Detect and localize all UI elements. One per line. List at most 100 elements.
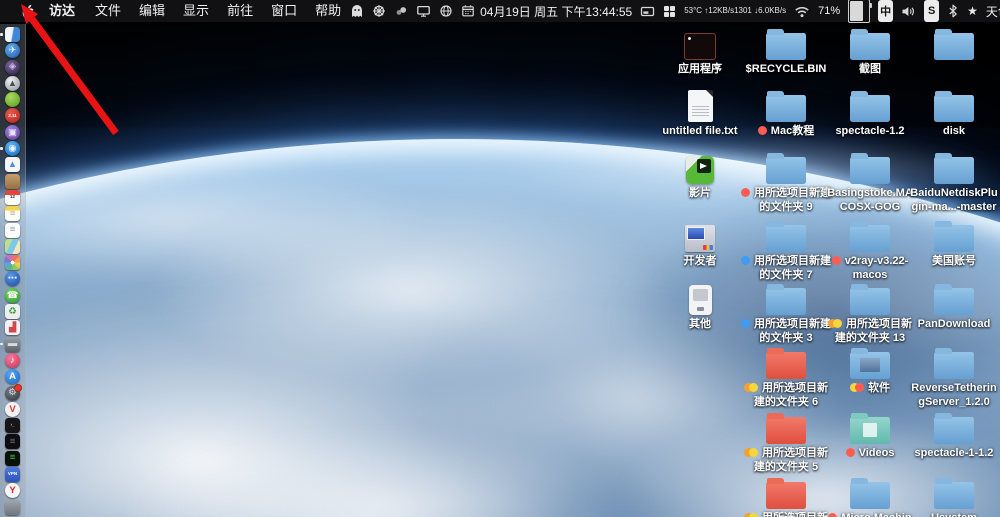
green-phone-app-icon: ☎	[5, 287, 20, 303]
reverse-tethering-folder-icon	[902, 345, 1000, 379]
proxy-app-icon[interactable]: S	[924, 0, 940, 22]
menu-item-edit[interactable]: 编辑	[130, 0, 174, 22]
disk-folder-icon	[902, 88, 1000, 122]
dock-photos-app[interactable]	[5, 255, 20, 271]
icon-label: 截图	[818, 63, 922, 77]
dock-app-store[interactable]: A	[5, 369, 20, 385]
dock-calendar-app[interactable]: 12	[5, 189, 20, 205]
dock-terminal-1[interactable]: ›_	[5, 418, 20, 434]
vivaldi-browser-glyph: V	[9, 403, 16, 415]
dock-launchpad-rocket[interactable]: ▲	[5, 75, 20, 91]
fan-net-down: 1301 ↓6.0KB/s	[734, 5, 787, 15]
istat-readout[interactable]: 53°C ↑12KB/s 1301 ↓6.0KB/s	[684, 0, 786, 22]
display-icon[interactable]	[416, 0, 431, 22]
gray-drive-app-glyph: ▬	[7, 338, 18, 350]
menu-item-finder[interactable]: 访达	[40, 0, 86, 22]
dock-terminal-2[interactable]: ≡	[5, 434, 20, 450]
dock-music-app[interactable]: ♪	[5, 352, 20, 368]
desktop-icon-spectacle-1-1-2-folder[interactable]: spectacle-1-1.2	[902, 410, 1000, 461]
folder-red-glyph	[766, 477, 806, 509]
dock-notes-app[interactable]: ≡	[5, 206, 20, 222]
icon-label: PanDownload	[902, 318, 1000, 332]
bluetooth-icon[interactable]	[947, 0, 959, 22]
dock-yandex-app[interactable]: Y	[5, 483, 20, 499]
dock-partial-bottom-app[interactable]	[5, 499, 20, 515]
dock-safari[interactable]: ◉	[0, 141, 20, 157]
tag-dots	[744, 512, 758, 517]
folder-glyph	[934, 412, 974, 444]
desktop-icon-unnamed-folder[interactable]	[902, 26, 1000, 60]
dock-red-date-badge-app[interactable]: 2.11	[5, 108, 20, 124]
stats-chart-app-icon: ▟	[5, 320, 20, 336]
screen-dots-icon[interactable]	[394, 0, 408, 22]
desktop-icon-reverse-tethering-folder[interactable]: ReverseTetherin gServer_1.2.0	[902, 345, 1000, 409]
tag-dot-red	[855, 383, 864, 392]
music-app-icon: ♪	[5, 352, 20, 368]
menu-clock[interactable]: 04月19日 周五 下午13:44:55	[480, 0, 632, 22]
spectacle-1-1-2-folder-icon	[902, 410, 1000, 444]
icon-label-line: gServer_1.2.0	[918, 395, 990, 408]
apple-menu[interactable]	[14, 0, 40, 22]
folder-glyph	[766, 90, 806, 122]
menu-item-view[interactable]: 显示	[174, 0, 218, 22]
gray-drive-app-icon: ▬	[5, 336, 20, 352]
desktop-icon-usystem-folder[interactable]: Usystem	[902, 475, 1000, 517]
dock-android-app[interactable]	[5, 92, 20, 108]
wifi-icon[interactable]	[794, 0, 810, 22]
dock-vivaldi-browser[interactable]: V	[5, 401, 20, 417]
dock-leather-box-app[interactable]	[5, 173, 20, 189]
preview-image-app-icon: ▲	[5, 157, 20, 173]
desktop-icon-baidunetdisk-plugin-folder[interactable]: BaiduNetdiskPlu gin-ma...-master	[902, 150, 1000, 214]
folder-glyph	[934, 28, 974, 60]
globe-icon[interactable]	[439, 0, 453, 22]
desktop-icon-pandownload-folder[interactable]: PanDownload	[902, 281, 1000, 332]
menu-item-file[interactable]: 文件	[86, 0, 130, 22]
window-panes-icon[interactable]	[663, 0, 676, 22]
menu-item-help[interactable]: 帮助	[306, 0, 350, 22]
notification-badge	[14, 383, 22, 392]
dock-recycle-utility-app[interactable]: ♻	[5, 304, 20, 320]
box-icon[interactable]	[640, 0, 655, 22]
speaker-icon[interactable]	[901, 0, 916, 22]
dock-preview-image-app[interactable]: ▲	[5, 157, 20, 173]
vivaldi-browser-icon: V	[5, 401, 20, 417]
running-indicator	[0, 33, 3, 36]
dock-maps-app[interactable]	[5, 238, 20, 254]
dock-green-phone-app[interactable]: ☎	[5, 287, 20, 303]
vpn-app-icon: VPN	[5, 467, 20, 483]
ghost-icon[interactable]	[350, 0, 364, 22]
input-method-icon[interactable]: 中	[878, 0, 894, 22]
dock-textedit-app[interactable]: ≡	[5, 222, 20, 238]
terminal-2-icon: ≡	[5, 434, 20, 450]
safari-glyph: ◉	[8, 142, 17, 154]
recycle-utility-app-glyph: ♻	[8, 305, 17, 317]
tag-dots	[744, 382, 758, 394]
dock-system-preferences[interactable]: ⚙	[5, 383, 22, 401]
dock-dark-purple-app[interactable]: ◈	[5, 59, 20, 75]
weather-app-name[interactable]: 天色迷香	[986, 0, 1000, 22]
dock-blue-plane-app[interactable]: ✈	[5, 43, 20, 59]
menu-item-window[interactable]: 窗口	[262, 0, 306, 22]
red-date-badge-app-icon: 2.11	[5, 108, 20, 124]
helm-icon[interactable]	[372, 0, 386, 22]
dock-vpn-app[interactable]: VPN	[5, 467, 20, 483]
dock-finder[interactable]	[0, 27, 20, 42]
icon-label-line: gin-ma...-master	[911, 200, 997, 213]
dock-stats-chart-app[interactable]: ▟	[5, 320, 20, 336]
star-icon[interactable]: ★	[967, 0, 978, 22]
dock-purple-floppy-app[interactable]: ▣	[5, 124, 20, 140]
desktop-icon-disk-folder[interactable]: disk	[902, 88, 1000, 139]
calendar-icon[interactable]	[461, 0, 475, 22]
dock-gray-drive-app[interactable]: ▬	[0, 336, 20, 352]
tag-dot-yellow	[749, 383, 758, 392]
icon-label-line: 建的文件夹 5	[753, 460, 819, 473]
tag-dot-yellow	[749, 448, 758, 457]
dock-terminal-green[interactable]: ≡	[5, 450, 20, 466]
desktop-icon-us-account-folder[interactable]: 美国账号	[902, 218, 1000, 269]
battery-icon[interactable]	[848, 0, 873, 23]
tag-dot-blue	[741, 319, 750, 328]
menu-item-go[interactable]: 前往	[218, 0, 262, 22]
dock-messages-dots-app[interactable]: ⋯	[5, 271, 20, 287]
purple-floppy-app-icon: ▣	[5, 124, 20, 140]
folder-glyph	[934, 347, 974, 379]
